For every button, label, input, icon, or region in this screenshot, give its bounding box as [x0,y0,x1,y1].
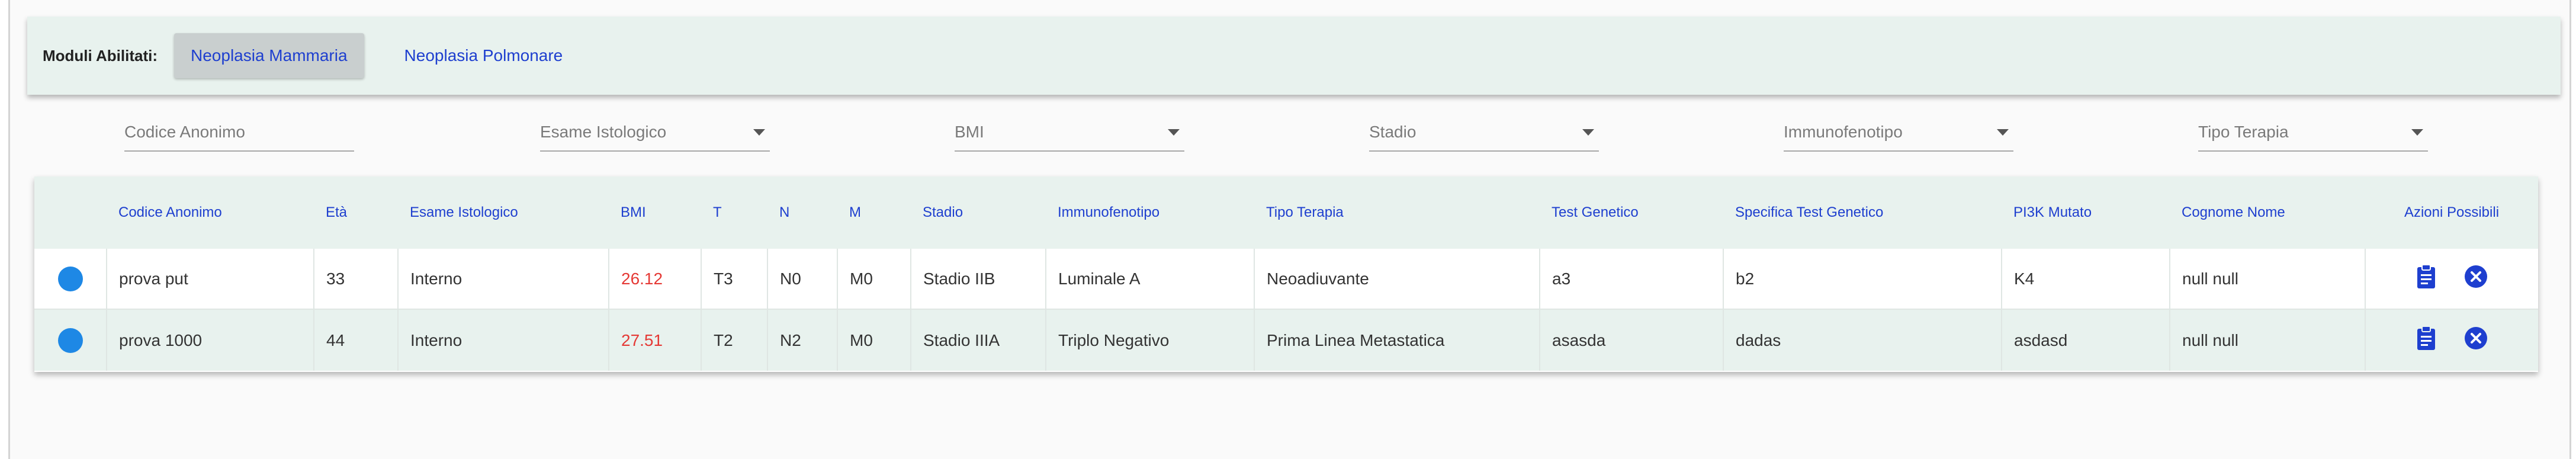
column-header-specifica-test-genetico[interactable]: Specifica Test Genetico [1723,176,2002,249]
status-dot-icon [57,328,83,353]
clipboard-icon[interactable] [2416,325,2436,355]
clipboard-icon[interactable] [2416,264,2436,294]
cell-bmi: 26.12 [608,249,701,310]
modules-label: Moduli Abilitati: [43,46,158,65]
cell-cognome-nome: null null [2169,309,2365,371]
cell-tipo-terapia: Neoadiuvante [1254,249,1540,310]
bmi-select-label: BMI [955,123,984,141]
column-header-eta[interactable]: Età [314,176,398,249]
column-header-azioni-possibili: Azioni Possibili [2365,176,2538,249]
tipo-terapia-select[interactable]: Tipo Terapia [2198,114,2428,152]
cell-stadio: Stadio IIB [910,249,1046,310]
codice-anonimo-filter-input[interactable]: Codice Anonimo [124,114,354,152]
cell-bmi: 27.51 [608,309,701,371]
cell-m: M0 [837,309,911,371]
cell-t: T3 [701,249,767,310]
cell-immunofenotipo: Luminale A [1045,249,1254,310]
cell-m: M0 [837,249,911,310]
chevron-down-icon [753,129,765,136]
cell-test-genetico: a3 [1539,249,1723,310]
cell-eta: 44 [313,309,398,371]
esame-istologico-select[interactable]: Esame Istologico [540,114,770,152]
modules-bar: Moduli Abilitati: Neoplasia Mammaria Neo… [27,17,2561,95]
bmi-select[interactable]: BMI [955,114,1184,152]
column-header-tipo-terapia[interactable]: Tipo Terapia [1254,176,1540,249]
chevron-down-icon [2411,129,2423,136]
close-circle-icon[interactable] [2464,326,2488,354]
cell-specifica-test-genetico: dadas [1723,309,2002,371]
column-header-stadio[interactable]: Stadio [911,176,1046,249]
cell-tipo-terapia: Prima Linea Metastatica [1254,309,1540,371]
cell-n: N0 [767,249,837,310]
actions-cell [2365,249,2538,310]
table-header-row: Codice Anonimo Età Esame Istologico BMI … [34,176,2538,249]
status-dot-icon [57,266,83,291]
column-header-codice-anonimo[interactable]: Codice Anonimo [107,176,314,249]
cell-codice-anonimo: prova put [106,249,314,310]
cell-cognome-nome: null null [2169,249,2365,310]
column-header-immunofenotipo[interactable]: Immunofenotipo [1046,176,1254,249]
patients-table: Codice Anonimo Età Esame Istologico BMI … [34,176,2538,371]
cell-test-genetico: asasda [1539,309,1723,371]
codice-anonimo-filter-placeholder: Codice Anonimo [124,123,245,141]
column-header-pi3k-mutato[interactable]: PI3K Mutato [2002,176,2170,249]
status-cell [34,249,107,310]
module-tab-neoplasia-mammaria[interactable]: Neoplasia Mammaria [174,33,364,78]
cell-immunofenotipo: Triplo Negativo [1045,309,1254,371]
actions-cell [2365,309,2538,371]
cell-eta: 33 [313,249,398,310]
column-header-bmi[interactable]: BMI [609,176,701,249]
table-row[interactable]: prova put 33 Interno 26.12 T3 N0 M0 Stad… [34,249,2538,310]
tipo-terapia-select-label: Tipo Terapia [2198,123,2289,141]
chevron-down-icon [1582,129,1594,136]
cell-codice-anonimo: prova 1000 [106,309,314,371]
immunofenotipo-select[interactable]: Immunofenotipo [1784,114,2013,152]
chevron-down-icon [1168,129,1180,136]
module-tab-neoplasia-polmonare[interactable]: Neoplasia Polmonare [388,33,580,78]
chevron-down-icon [1997,129,2009,136]
cell-specifica-test-genetico: b2 [1723,249,2002,310]
stadio-select[interactable]: Stadio [1369,114,1599,152]
immunofenotipo-select-label: Immunofenotipo [1784,123,1903,141]
column-header-esame-istologico[interactable]: Esame Istologico [398,176,609,249]
cell-n: N2 [767,309,837,371]
cell-pi3k-mutato: asdasd [2001,309,2170,371]
cell-stadio: Stadio IIIA [910,309,1046,371]
stadio-select-label: Stadio [1369,123,1417,141]
status-cell [34,309,107,371]
cell-esame-istologico: Interno [397,309,609,371]
cell-esame-istologico: Interno [397,249,609,310]
column-header-n[interactable]: N [767,176,837,249]
column-header-test-genetico[interactable]: Test Genetico [1540,176,1723,249]
column-header-cognome-nome[interactable]: Cognome Nome [2170,176,2365,249]
cell-t: T2 [701,309,767,371]
table-row[interactable]: prova 1000 44 Interno 27.51 T2 N2 M0 Sta… [34,309,2538,371]
patients-table-card: Codice Anonimo Età Esame Istologico BMI … [34,176,2538,372]
column-header-status [34,176,107,249]
close-circle-icon[interactable] [2464,265,2488,293]
column-header-t[interactable]: T [701,176,767,249]
esame-istologico-select-label: Esame Istologico [540,123,667,141]
column-header-m[interactable]: M [837,176,911,249]
cell-pi3k-mutato: K4 [2001,249,2170,310]
